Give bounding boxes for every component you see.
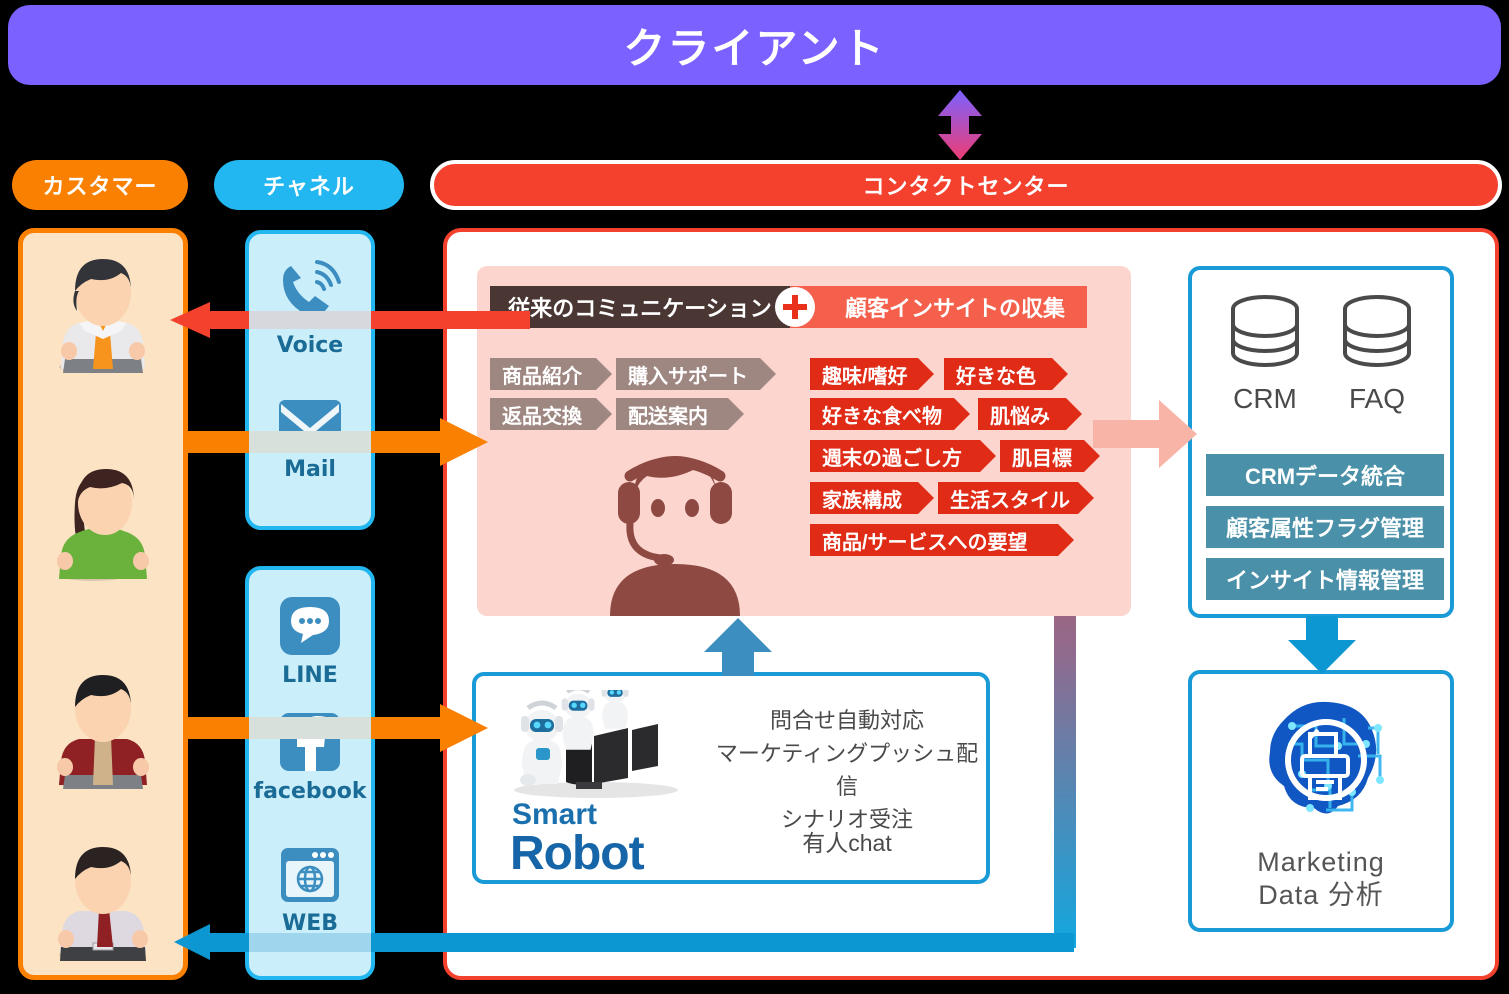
insight-tag-1-label: 好きな色 — [956, 365, 1036, 388]
insight-collection-header: 顧客インサイトの収集 — [790, 286, 1087, 328]
insight-to-crm-arrow — [1093, 400, 1197, 468]
insight-tag-1: 好きな色 — [944, 358, 1068, 390]
pill-channel: チャネル — [214, 160, 404, 210]
crm-database-label: CRM — [1233, 383, 1297, 414]
insight-tag-2-label: 好きな食べ物 — [822, 405, 942, 428]
legacy-communication-header: 従来のコミュニケーション — [490, 286, 790, 328]
insight-collection-header-label: 顧客インサイトの収集 — [844, 296, 1065, 321]
smart-robot-panel: Smart Robot 問合せ自動対応 マーケティングプッシュ配信 シナリオ受注… — [472, 672, 990, 884]
line-chat-icon — [280, 597, 340, 655]
crm-row-0-label: CRMデータ統合 — [1244, 464, 1406, 489]
legacy-tag-1-label: 購入サポート — [628, 365, 748, 388]
insight-tag-4-label: 週末の過ごし方 — [822, 447, 962, 470]
mail-arrow-channel-overlay — [249, 431, 371, 453]
marketing-data-panel: Marketing Data 分析 — [1188, 670, 1454, 932]
crm-to-marketing-arrow — [1288, 616, 1356, 674]
customer-female-green — [57, 469, 149, 581]
pill-customer: カスタマー — [12, 160, 188, 210]
insight-tag-5-label: 肌目標 — [1012, 447, 1072, 470]
web-arrow-channel-overlay — [249, 933, 371, 952]
insight-tag-7-label: 生活スタイル — [950, 489, 1070, 512]
insight-tag-5: 肌目標 — [1000, 440, 1100, 472]
voice-arrow-channel-overlay — [249, 311, 371, 329]
legacy-tag-1: 購入サポート — [616, 358, 776, 390]
insight-tag-7: 生活スタイル — [938, 482, 1094, 514]
legacy-tag-0: 商品紹介 — [490, 358, 612, 390]
pill-contact-center-label: コンタクトセンター — [862, 174, 1070, 199]
faq-database: FAQ — [1335, 292, 1419, 415]
insight-tag-3: 肌悩み — [978, 398, 1082, 430]
crm-database: CRM — [1223, 292, 1307, 415]
smart-robot-brand-bottom: Robot — [510, 827, 645, 880]
channel-label-line: LINE — [282, 663, 338, 688]
web-browser-icon — [281, 848, 339, 902]
insight-tag-0-label: 趣味/嗜好 — [822, 365, 908, 388]
legacy-tag-3: 配送案内 — [616, 398, 744, 430]
crm-row-1: 顧客属性フラグ管理 — [1206, 506, 1444, 548]
insight-tag-8: 商品/サービスへの要望 — [810, 524, 1074, 556]
pill-customer-label: カスタマー — [42, 174, 158, 199]
line-arrow-channel-overlay — [249, 717, 371, 739]
robot-operators-icon — [514, 690, 678, 798]
crm-row-1-label: 顧客属性フラグ管理 — [1225, 516, 1424, 541]
channel-column-top: Voice Mail — [245, 230, 375, 530]
plus-icon — [783, 295, 807, 319]
insight-tag-0: 趣味/嗜好 — [810, 358, 934, 390]
legacy-communication-header-label: 従来のコミュニケーション — [508, 296, 772, 321]
smart-robot-feature-0: 問合せ自動対応 — [769, 708, 924, 733]
legacy-tag-2: 返品交換 — [490, 398, 612, 430]
legacy-tag-3-label: 配送案内 — [628, 405, 708, 428]
crm-row-0: CRMデータ統合 — [1206, 454, 1444, 496]
smart-robot-chat-label: 有人chat — [802, 830, 892, 856]
insight-tag-3-label: 肌悩み — [990, 405, 1050, 428]
crm-panel: CRM FAQ CRMデータ統合 顧客属性フラグ管理 インサイト情報管理 — [1188, 266, 1454, 618]
insight-tag-6: 家族構成 — [810, 482, 934, 514]
client-link-arrow — [938, 90, 982, 160]
crm-row-2-label: インサイト情報管理 — [1225, 568, 1424, 593]
faq-database-label: FAQ — [1348, 383, 1405, 414]
legacy-tag-0-label: 商品紹介 — [502, 365, 582, 388]
ai-brain-circuit-icon — [1269, 701, 1384, 814]
database-cylinder-icon — [1343, 295, 1411, 367]
pill-channel-label: チャネル — [263, 174, 355, 199]
channel-label-facebook: facebook — [253, 779, 367, 804]
smart-robot-features: 問合せ自動対応 マーケティングプッシュ配信 シナリオ受注 — [712, 704, 982, 836]
customer-column — [18, 228, 188, 980]
insight-tag-8-label: 商品/サービスへの要望 — [822, 531, 1028, 554]
customer-male-white-shirt — [59, 259, 145, 373]
insight-tag-6-label: 家族構成 — [822, 489, 902, 512]
headset-operator-icon — [610, 452, 740, 616]
smart-robot-feature-1: マーケティングプッシュ配信 — [715, 741, 979, 799]
database-icons-row: CRM FAQ — [1192, 292, 1450, 415]
robot-to-agent-arrow — [704, 618, 772, 676]
customer-male-red-jacket — [57, 675, 149, 789]
insight-tag-4: 週末の過ごし方 — [810, 440, 996, 472]
marketing-data-label-line2: Data 分析 — [1258, 880, 1384, 910]
diagram-canvas: クライアント カスタマー チャネル コンタクトセンター Voice Mail L… — [0, 0, 1509, 994]
marketing-data-label: Marketing Data 分析 — [1192, 846, 1450, 912]
channel-column-bottom: LINE facebook WEB — [245, 566, 375, 980]
database-cylinder-icon — [1231, 295, 1299, 367]
client-banner-label: クライアント — [623, 24, 886, 72]
client-banner: クライアント — [8, 5, 1501, 85]
channel-item-line[interactable]: LINE — [249, 596, 371, 688]
marketing-data-label-line1: Marketing — [1257, 847, 1385, 877]
plus-badge — [775, 287, 815, 327]
customer-male-tie — [58, 847, 148, 961]
insight-tag-2: 好きな食べ物 — [810, 398, 970, 430]
legacy-tag-2-label: 返品交換 — [502, 405, 582, 428]
pill-contact-center: コンタクトセンター — [430, 160, 1502, 210]
crm-row-2: インサイト情報管理 — [1206, 558, 1444, 600]
